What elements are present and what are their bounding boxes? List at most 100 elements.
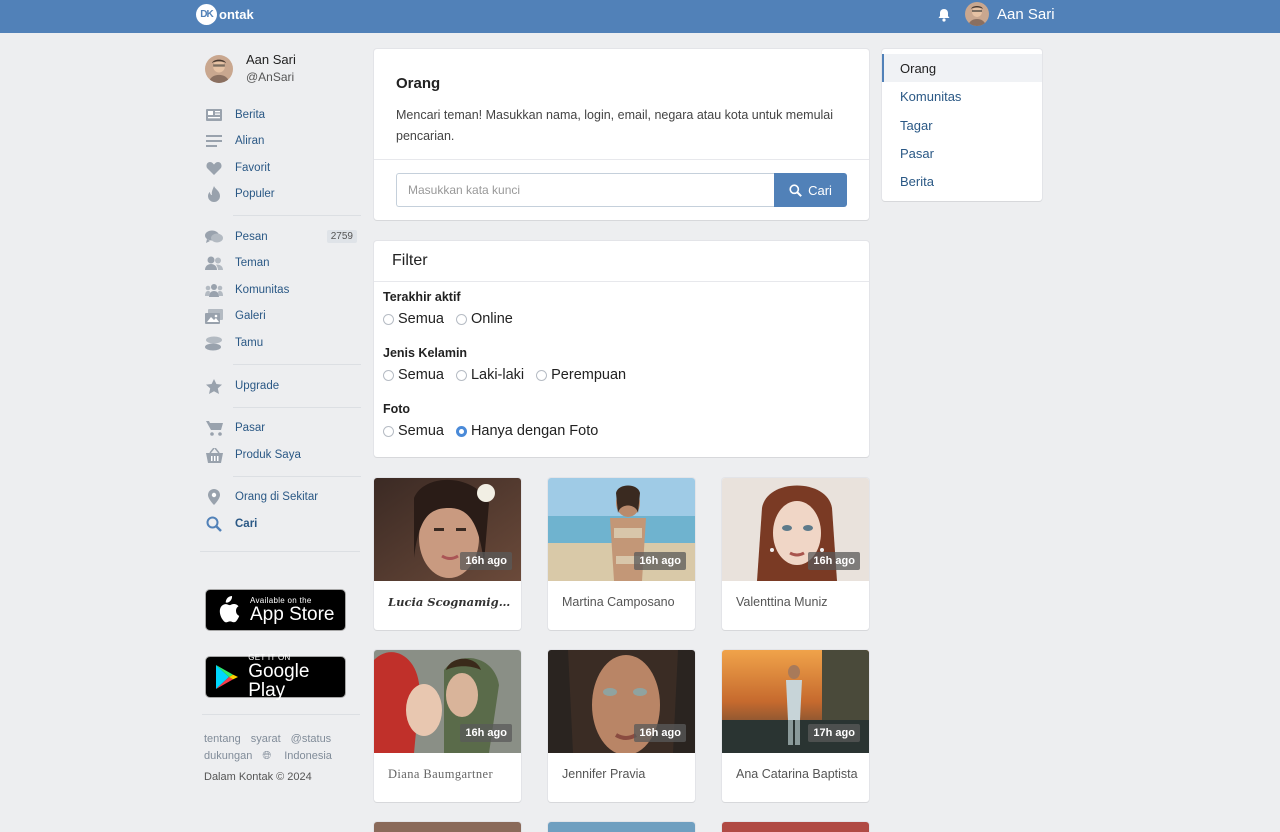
profile-summary[interactable]: Aan Sari @AnSari (205, 52, 355, 92)
sidebar-item-tamu[interactable]: Tamu (205, 331, 357, 355)
radio-option[interactable]: Perempuan (536, 367, 626, 383)
sidebar-item-orang-sekitar[interactable]: Orang di Sekitar (205, 485, 357, 509)
last-active-badge: 16h ago (460, 724, 512, 742)
google-play-icon (214, 663, 240, 691)
search-button-label: Cari (808, 182, 832, 198)
divider (233, 364, 361, 365)
radio-option[interactable]: Semua (383, 311, 444, 327)
radio-label: Semua (398, 367, 444, 383)
person-name[interactable]: Jennifer Pravia (562, 767, 687, 781)
person-card[interactable]: 16h ago Lucia Scognamiglio (374, 478, 521, 630)
tab-tagar[interactable]: Tagar (882, 111, 1042, 139)
person-name[interactable]: Ana Catarina Baptista (736, 767, 861, 781)
person-card[interactable]: 16h ago Jennifer Pravia (548, 650, 695, 802)
tab-berita[interactable]: Berita (882, 167, 1042, 195)
header-username[interactable]: Aan Sari (997, 6, 1055, 23)
sidebar-item-berita[interactable]: Berita (205, 103, 357, 127)
radio-option[interactable]: Semua (383, 367, 444, 383)
filter-label-photo: Foto (383, 402, 411, 416)
footer-link-dukungan[interactable]: dukungan (204, 750, 252, 762)
newspaper-icon (205, 106, 223, 124)
person-card[interactable] (374, 822, 521, 832)
person-name[interactable]: Diana Baumgartner (388, 767, 513, 782)
person-card[interactable]: 16h ago Valenttina Muniz (722, 478, 869, 630)
person-photo[interactable] (548, 822, 695, 832)
radio-option[interactable]: Semua (383, 423, 444, 439)
sidebar-item-label: Berita (235, 109, 266, 121)
radio-group-gender: Semua Laki-laki Perempuan (383, 367, 638, 383)
sidebar-item-pasar[interactable]: Pasar (205, 416, 357, 440)
person-card[interactable] (722, 822, 869, 832)
search-icon (789, 183, 802, 197)
person-card[interactable]: 16h ago Diana Baumgartner (374, 650, 521, 802)
sidebar-item-label: Komunitas (235, 284, 290, 296)
profile-name[interactable]: Aan Sari (246, 52, 296, 67)
sidebar-item-pesan[interactable]: Pesan 2759 (205, 225, 357, 249)
person-card[interactable] (548, 822, 695, 832)
sidebar-item-produk-saya[interactable]: Produk Saya (205, 443, 357, 467)
divider (233, 407, 361, 408)
radio-button[interactable] (383, 313, 394, 325)
sidebar-item-label: Pesan (235, 231, 268, 243)
search-button[interactable]: Cari (774, 173, 847, 207)
person-card[interactable]: 17h ago Ana Catarina Baptista (722, 650, 869, 802)
divider (202, 714, 360, 715)
language-selector[interactable]: 🌐︎ Indonesia (262, 750, 342, 762)
radio-button[interactable] (536, 369, 548, 381)
sidebar-item-galeri[interactable]: Galeri (205, 304, 357, 328)
radio-button-selected[interactable] (455, 425, 467, 437)
tab-pasar[interactable]: Pasar (882, 139, 1042, 167)
person-name[interactable]: Martina Camposano (562, 595, 687, 609)
person-card[interactable]: 16h ago Martina Camposano (548, 478, 695, 630)
person-photo[interactable] (374, 822, 521, 832)
sidebar-item-favorit[interactable]: Favorit (205, 156, 357, 180)
sidebar-item-populer[interactable]: Populer (205, 182, 357, 206)
last-active-badge: 16h ago (808, 552, 860, 570)
sidebar-item-label: Teman (235, 257, 270, 269)
radio-label: Hanya dengan Foto (470, 423, 599, 439)
star-icon (205, 377, 223, 395)
tab-orang[interactable]: Orang (882, 54, 1042, 82)
person-name[interactable]: Valenttina Muniz (736, 595, 861, 609)
search-card: Orang Mencari teman! Masukkan nama, logi… (374, 49, 869, 220)
radio-button[interactable] (455, 313, 467, 325)
profile-avatar[interactable] (205, 55, 233, 83)
person-name[interactable]: Lucia Scognamiglio (388, 595, 513, 609)
location-pin-icon (205, 488, 223, 506)
gallery-icon (205, 307, 223, 325)
sidebar-item-aliran[interactable]: Aliran (205, 129, 357, 153)
radio-group-photo: Semua Hanya dengan Foto (383, 423, 610, 439)
sidebar-item-label: Upgrade (235, 380, 280, 392)
globe-icon: 🌐︎ (262, 750, 272, 762)
radio-button[interactable] (383, 425, 394, 437)
divider (374, 281, 869, 282)
sidebar-item-cari[interactable]: Cari (205, 512, 357, 536)
avatar[interactable] (965, 2, 989, 26)
logo[interactable]: DK ontak (196, 4, 254, 25)
tab-komunitas[interactable]: Komunitas (882, 82, 1042, 110)
google-play-button[interactable]: GET IT ON Google Play (205, 654, 346, 700)
footer-link-tentang[interactable]: tentang (204, 733, 241, 745)
radio-button[interactable] (455, 369, 467, 381)
sidebar-item-teman[interactable]: Teman (205, 251, 357, 275)
sidebar-item-upgrade[interactable]: Upgrade (205, 374, 357, 398)
sidebar-item-komunitas[interactable]: Komunitas (205, 278, 357, 302)
radio-button[interactable] (383, 369, 394, 381)
radio-option[interactable]: Hanya dengan Foto (455, 423, 599, 439)
footprints-icon (205, 334, 223, 352)
radio-option[interactable]: Online (455, 311, 513, 327)
person-photo[interactable] (722, 822, 869, 832)
search-description: Mencari teman! Masukkan nama, login, ema… (396, 108, 834, 143)
app-store-button[interactable]: Available on the App Store (205, 589, 346, 631)
radio-option[interactable]: Laki-laki (455, 367, 524, 383)
basket-icon (205, 446, 223, 464)
friends-icon (205, 254, 223, 272)
sidebar-item-label: Populer (235, 188, 275, 200)
search-icon (205, 515, 223, 533)
search-input[interactable] (396, 173, 775, 207)
footer-link-syarat[interactable]: syarat (251, 733, 281, 745)
logo-mark: DK (196, 4, 217, 25)
logo-text: ontak (219, 7, 254, 22)
bell-icon[interactable] (936, 7, 952, 23)
footer-link-status[interactable]: @status (291, 733, 332, 745)
